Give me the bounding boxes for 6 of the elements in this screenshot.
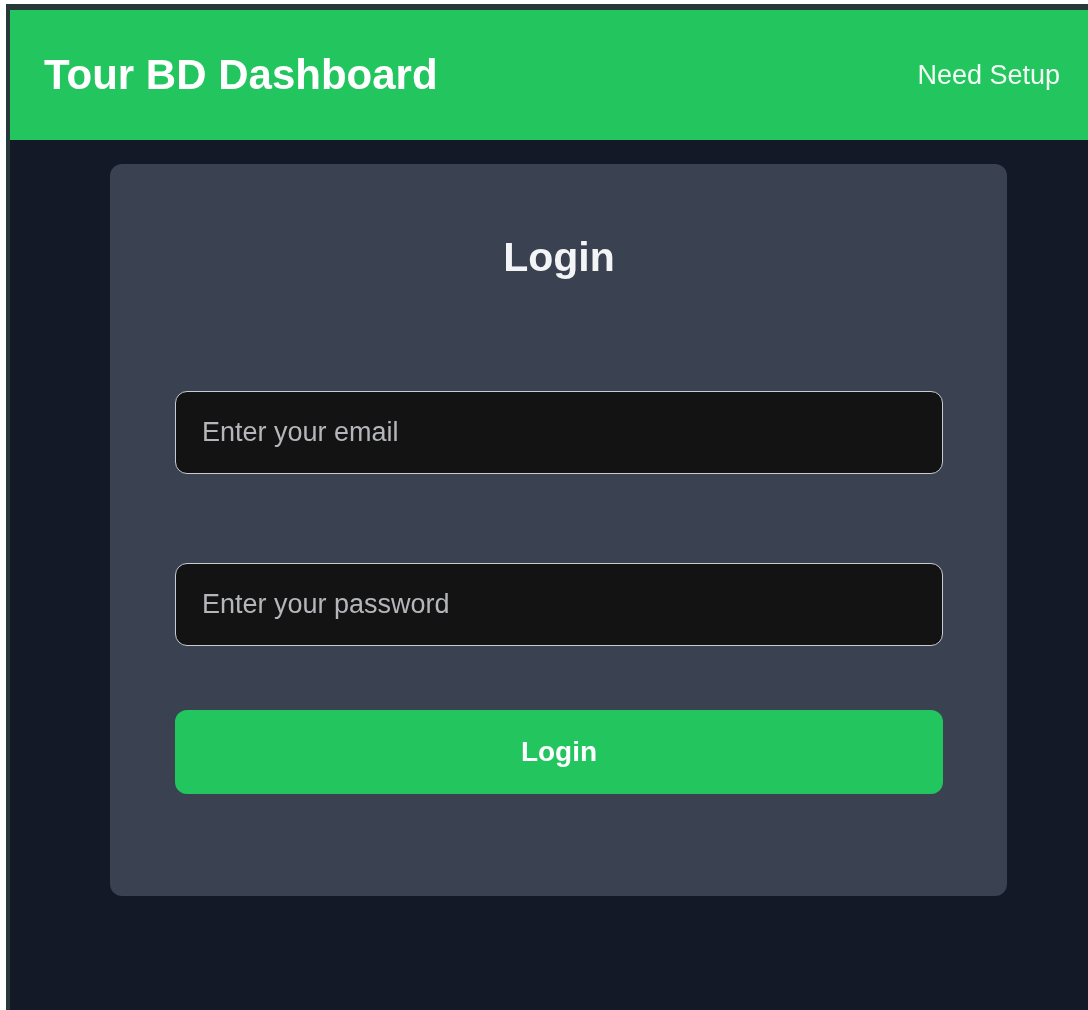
input-field[interactable]: Enter your password xyxy=(175,563,943,646)
setup-link[interactable]: Need Setup xyxy=(917,59,1060,91)
login-title: Login xyxy=(502,234,616,281)
input-field[interactable]: Enter your email xyxy=(175,391,943,474)
app-title: Tour BD Dashboard xyxy=(44,51,438,99)
login-button[interactable]: Login xyxy=(175,710,943,794)
